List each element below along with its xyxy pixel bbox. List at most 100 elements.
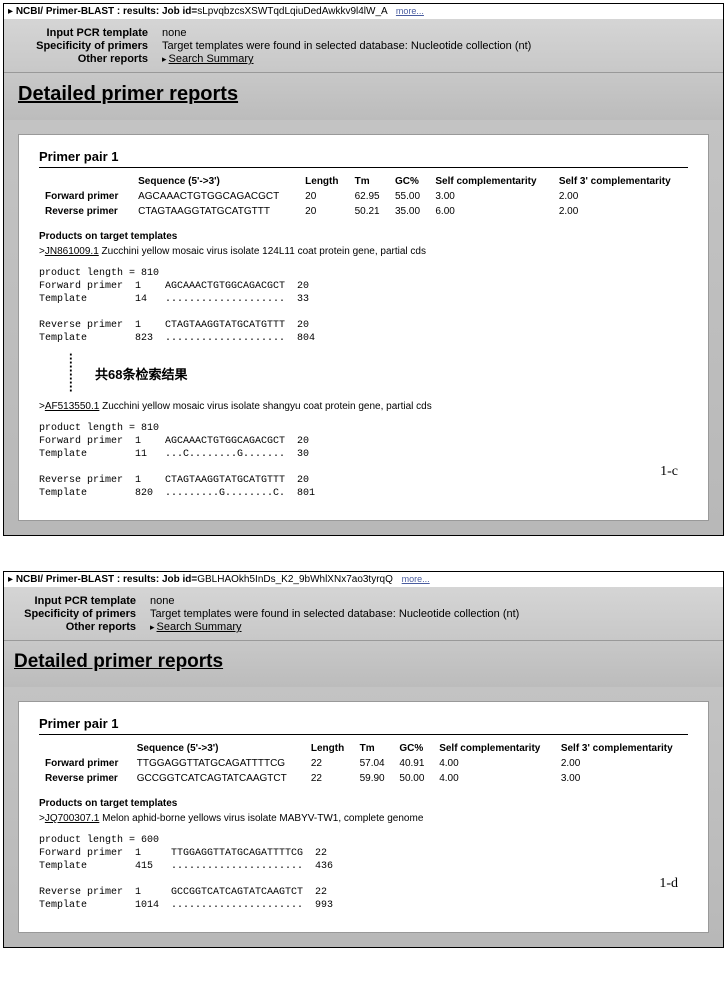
- results-count-text: 共68条检索结果: [95, 364, 187, 383]
- col-gc: GC%: [393, 741, 433, 756]
- input-template-label: Input PCR template: [18, 27, 148, 39]
- breadcrumb-label: NCBI/ Primer-BLAST : results: Job id=: [16, 6, 197, 17]
- reverse-self: 6.00: [429, 204, 552, 219]
- reverse-gc: 50.00: [393, 771, 433, 786]
- results-divider: · ·· ·· ·· ·· · 共68条检索结果: [39, 345, 688, 401]
- reverse-seq: CTAGTAAGGTATGCATGTTT: [132, 204, 299, 219]
- forward-tm: 62.95: [349, 189, 389, 204]
- forward-tm: 57.04: [354, 756, 394, 771]
- section-title: Detailed primer reports: [4, 641, 723, 687]
- specificity-value: Target templates were found in selected …: [150, 608, 519, 620]
- forward-gc: 40.91: [393, 756, 433, 771]
- table-header-row: Sequence (5'->3') Length Tm GC% Self com…: [39, 741, 688, 756]
- breadcrumb: ▸ NCBI/ Primer-BLAST : results: Job id=G…: [4, 572, 723, 587]
- triangle-icon: ▸: [150, 622, 155, 632]
- col-self3: Self 3' complementarity: [555, 741, 688, 756]
- reverse-label: Reverse primer: [39, 204, 132, 219]
- forward-len: 20: [299, 189, 348, 204]
- col-tm: Tm: [349, 174, 389, 189]
- vertical-dots-icon: · ·· ·· ·· ·· ·: [69, 353, 79, 393]
- col-length: Length: [305, 741, 354, 756]
- accession-link[interactable]: JN861009.1: [45, 246, 99, 257]
- reverse-gc: 35.00: [389, 204, 429, 219]
- forward-label: Forward primer: [39, 756, 131, 771]
- reverse-seq: GCCGGTCATCAGTATCAAGTCT: [131, 771, 305, 786]
- reverse-len: 20: [299, 204, 348, 219]
- forward-self: 3.00: [429, 189, 552, 204]
- accession-link[interactable]: JQ700307.1: [45, 813, 100, 824]
- forward-self3: 2.00: [555, 756, 688, 771]
- reverse-tm: 50.21: [349, 204, 389, 219]
- forward-primer-row: Forward primer TTGGAGGTTATGCAGATTTTCG 22…: [39, 756, 688, 771]
- reverse-tm: 59.90: [354, 771, 394, 786]
- input-template-label: Input PCR template: [18, 595, 136, 607]
- alignment-block-1: product length = 600 Forward primer 1 TT…: [39, 834, 688, 912]
- breadcrumb-label: NCBI/ Primer-BLAST : results: Job id=: [16, 574, 197, 585]
- job-id: sLpvqbzcsXSWTqdLqiuDedAwkkv9l4lW_A: [197, 6, 387, 17]
- specificity-label: Specificity of primers: [18, 40, 148, 52]
- col-self: Self complementarity: [433, 741, 555, 756]
- reverse-len: 22: [305, 771, 354, 786]
- panel-1d: ▸ NCBI/ Primer-BLAST : results: Job id=G…: [3, 571, 724, 948]
- figure-label: 1-d: [659, 876, 678, 892]
- more-link[interactable]: more...: [402, 574, 430, 584]
- col-tm: Tm: [354, 741, 394, 756]
- input-template-value: none: [162, 27, 186, 39]
- table-header-row: Sequence (5'->3') Length Tm GC% Self com…: [39, 174, 688, 189]
- panel-1c: ▸ NCBI/ Primer-BLAST : results: Job id=s…: [3, 3, 724, 536]
- products-title: Products on target templates: [39, 231, 688, 242]
- section-title: Detailed primer reports: [4, 73, 723, 120]
- primer-pair-box: Primer pair 1 Sequence (5'->3') Length T…: [18, 134, 709, 521]
- target-template-1: >JN861009.1 Zucchini yellow mosaic virus…: [39, 246, 688, 257]
- accession-link[interactable]: AF513550.1: [45, 401, 100, 412]
- target-template-2: >AF513550.1 Zucchini yellow mosaic virus…: [39, 401, 688, 412]
- target-desc: Zucchini yellow mosaic virus isolate sha…: [99, 401, 431, 412]
- col-gc: GC%: [389, 174, 429, 189]
- triangle-icon: ▸: [162, 54, 167, 64]
- forward-seq: TTGGAGGTTATGCAGATTTTCG: [131, 756, 305, 771]
- other-reports-label: Other reports: [18, 621, 136, 633]
- reverse-primer-row: Reverse primer GCCGGTCATCAGTATCAAGTCT 22…: [39, 771, 688, 786]
- info-band: Input PCR template none Specificity of p…: [4, 19, 723, 73]
- target-desc: Zucchini yellow mosaic virus isolate 124…: [99, 246, 426, 257]
- forward-seq: AGCAAACTGTGGCAGACGCT: [132, 189, 299, 204]
- col-self: Self complementarity: [429, 174, 552, 189]
- primer-pair-box: Primer pair 1 Sequence (5'->3') Length T…: [18, 701, 709, 933]
- forward-gc: 55.00: [389, 189, 429, 204]
- primer-table: Sequence (5'->3') Length Tm GC% Self com…: [39, 741, 688, 786]
- specificity-label: Specificity of primers: [18, 608, 136, 620]
- col-length: Length: [299, 174, 348, 189]
- search-summary-link[interactable]: Search Summary: [169, 53, 254, 65]
- forward-primer-row: Forward primer AGCAAACTGTGGCAGACGCT 20 6…: [39, 189, 688, 204]
- target-template-1: >JQ700307.1 Melon aphid-borne yellows vi…: [39, 813, 688, 824]
- reverse-self: 4.00: [433, 771, 555, 786]
- primer-pair-title: Primer pair 1: [39, 149, 688, 168]
- forward-self: 4.00: [433, 756, 555, 771]
- figure-label: 1-c: [660, 464, 678, 480]
- col-sequence: Sequence (5'->3'): [131, 741, 305, 756]
- col-sequence: Sequence (5'->3'): [132, 174, 299, 189]
- alignment-block-2: product length = 810 Forward primer 1 AG…: [39, 422, 688, 500]
- forward-self3: 2.00: [553, 189, 688, 204]
- content-area: Primer pair 1 Sequence (5'->3') Length T…: [4, 687, 723, 947]
- alignment-block-1: product length = 810 Forward primer 1 AG…: [39, 267, 688, 345]
- primer-pair-title: Primer pair 1: [39, 716, 688, 735]
- forward-label: Forward primer: [39, 189, 132, 204]
- breadcrumb: ▸ NCBI/ Primer-BLAST : results: Job id=s…: [4, 4, 723, 19]
- reverse-primer-row: Reverse primer CTAGTAAGGTATGCATGTTT 20 5…: [39, 204, 688, 219]
- other-reports-label: Other reports: [18, 53, 148, 65]
- reverse-self3: 2.00: [553, 204, 688, 219]
- col-self3: Self 3' complementarity: [553, 174, 688, 189]
- content-area: Primer pair 1 Sequence (5'->3') Length T…: [4, 120, 723, 535]
- job-id: GBLHAOkh5InDs_K2_9bWhlXNx7ao3tyrqQ: [197, 574, 393, 585]
- reverse-self3: 3.00: [555, 771, 688, 786]
- info-band: Input PCR template none Specificity of p…: [4, 587, 723, 641]
- reverse-label: Reverse primer: [39, 771, 131, 786]
- target-desc: Melon aphid-borne yellows virus isolate …: [99, 813, 423, 824]
- specificity-value: Target templates were found in selected …: [162, 40, 531, 52]
- search-summary-link[interactable]: Search Summary: [157, 621, 242, 633]
- primer-table: Sequence (5'->3') Length Tm GC% Self com…: [39, 174, 688, 219]
- forward-len: 22: [305, 756, 354, 771]
- products-title: Products on target templates: [39, 798, 688, 809]
- more-link[interactable]: more...: [396, 6, 424, 16]
